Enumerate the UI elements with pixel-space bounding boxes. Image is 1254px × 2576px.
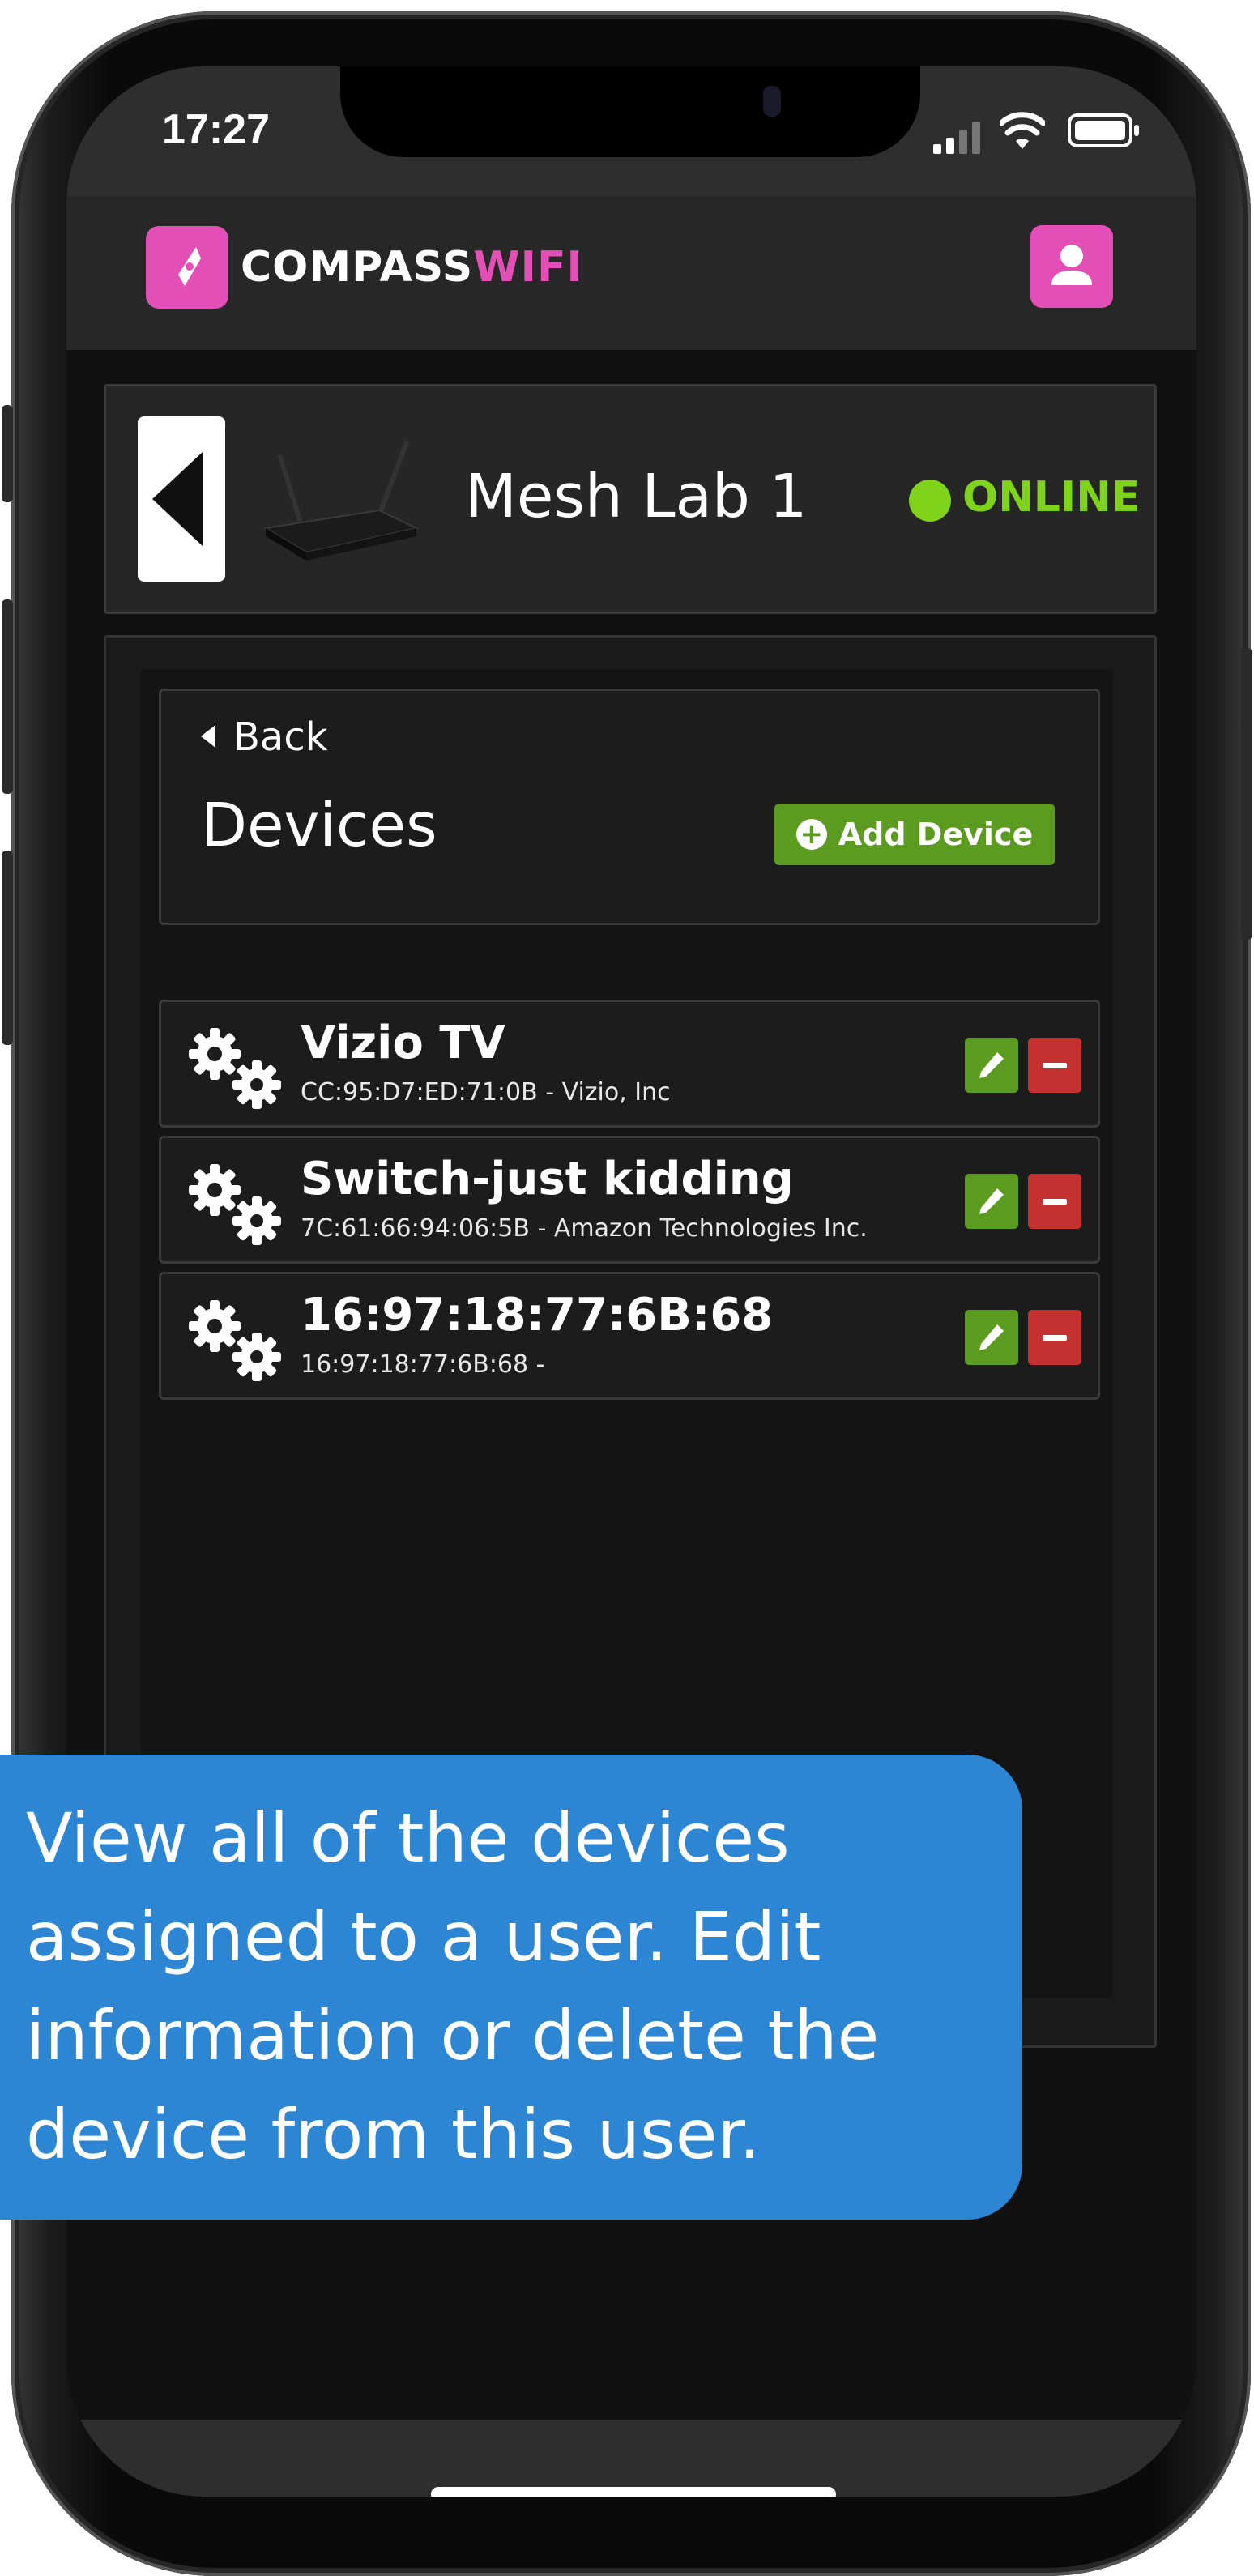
edit-device-button[interactable] <box>965 1310 1018 1365</box>
volume-down-button <box>2 851 13 1045</box>
bottom-bar <box>66 2420 1196 2497</box>
device-row[interactable]: Switch-just kidding 7C:61:66:94:06:5B - … <box>159 1136 1100 1264</box>
devices-title: Devices <box>201 791 437 860</box>
device-name: 16:97:18:77:6B:68 <box>301 1289 774 1341</box>
notch <box>340 66 920 157</box>
brand-accent: WIFI <box>473 243 583 292</box>
gears-icon <box>189 1300 281 1381</box>
edit-device-button[interactable] <box>965 1038 1018 1093</box>
home-indicator[interactable] <box>431 2487 836 2497</box>
back-link-label: Back <box>233 714 328 760</box>
delete-device-button[interactable] <box>1028 1174 1081 1229</box>
user-profile-button[interactable] <box>1030 225 1113 308</box>
camera-icon <box>763 86 781 117</box>
device-name: Switch-just kidding <box>301 1153 794 1205</box>
device-detail: 16:97:18:77:6B:68 - <box>301 1350 545 1379</box>
battery-icon <box>1068 113 1139 147</box>
app-header <box>66 196 1196 350</box>
delete-device-button[interactable] <box>1028 1038 1081 1093</box>
device-row[interactable]: Vizio TV CC:95:D7:ED:71:0B - Vizio, Inc <box>159 1000 1100 1128</box>
edit-device-button[interactable] <box>965 1174 1018 1229</box>
gears-icon <box>189 1028 281 1109</box>
plus-circle-icon: + <box>795 819 827 850</box>
user-icon <box>1051 245 1092 285</box>
brand-primary: COMPASS <box>241 243 474 292</box>
wifi-icon <box>1000 112 1045 149</box>
callout-text: View all of the devices assigned to a us… <box>26 1798 880 2174</box>
gears-icon <box>189 1164 281 1245</box>
signal-icon <box>933 122 980 154</box>
triangle-left-icon <box>152 452 203 546</box>
pencil-icon <box>979 1188 1004 1214</box>
power-button <box>1241 648 1252 940</box>
device-detail: 7C:61:66:94:06:5B - Amazon Technologies … <box>301 1214 868 1243</box>
delete-device-button[interactable] <box>1028 1310 1081 1365</box>
router-image <box>263 440 420 561</box>
pencil-icon <box>979 1052 1004 1078</box>
add-device-label: Add Device <box>838 817 1034 852</box>
back-link[interactable]: Back <box>201 714 328 760</box>
status-time: 17:27 <box>162 106 270 153</box>
brand-name: COMPASSWIFI <box>241 243 583 292</box>
add-device-button[interactable]: + Add Device <box>774 804 1055 865</box>
pencil-icon <box>979 1324 1004 1350</box>
router-back-button[interactable] <box>138 416 225 582</box>
mute-switch <box>2 405 13 502</box>
device-row[interactable]: 16:97:18:77:6B:68 16:97:18:77:6B:68 - <box>159 1272 1100 1400</box>
device-detail: CC:95:D7:ED:71:0B - Vizio, Inc <box>301 1078 671 1107</box>
compass-needle-icon <box>146 226 228 309</box>
device-name: Vizio TV <box>301 1017 505 1069</box>
volume-up-button <box>2 599 13 794</box>
online-status-dot <box>909 480 951 522</box>
feature-callout: View all of the devices assigned to a us… <box>0 1755 1022 2220</box>
online-status-label: ONLINE <box>962 473 1141 522</box>
caret-left-icon <box>201 725 215 748</box>
router-name: Mesh Lab 1 <box>465 462 808 531</box>
